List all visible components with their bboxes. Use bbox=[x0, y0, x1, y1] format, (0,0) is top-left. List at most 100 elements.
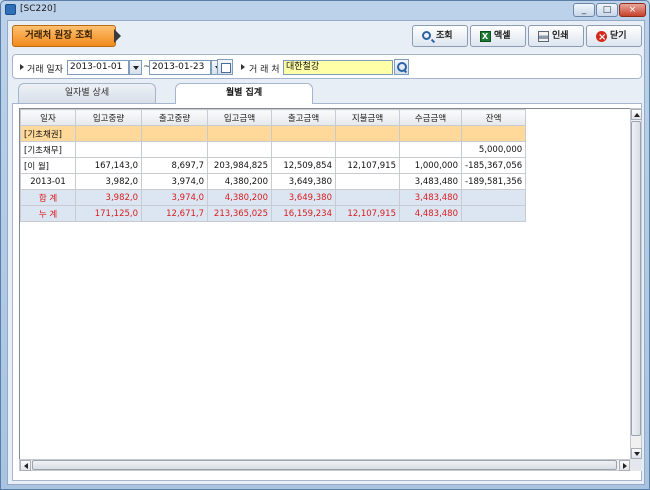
tab-daily-detail[interactable]: 일자별 상세 bbox=[18, 83, 156, 103]
table-cell: 3,974,0 bbox=[141, 189, 208, 206]
table-cell: 3,483,480 bbox=[399, 189, 462, 206]
total-row[interactable]: 합 계 3,982,0 3,974,0 4,380,200 3,649,380 … bbox=[20, 189, 527, 206]
col-header[interactable]: 일자 bbox=[20, 109, 76, 126]
table-cell bbox=[335, 141, 400, 158]
table-cell bbox=[75, 125, 142, 142]
table-cell: -189,581,356 bbox=[460, 173, 527, 190]
customer-search-icon[interactable] bbox=[394, 59, 409, 75]
col-header[interactable]: 입고중량 bbox=[75, 109, 142, 126]
close-icon bbox=[596, 28, 607, 48]
table-cell bbox=[207, 141, 272, 158]
tab-panel: 일자 입고중량 출고중량 입고금액 출고금액 지불금액 수금금액 잔액 [기초채 bbox=[12, 103, 642, 481]
maximize-button[interactable]: □ bbox=[596, 3, 618, 17]
horizontal-scroll-thumb[interactable] bbox=[32, 460, 617, 470]
table-cell: -185,367,056 bbox=[460, 157, 527, 174]
table-cell: 3,649,380 bbox=[271, 173, 336, 190]
table-cell bbox=[335, 173, 400, 190]
col-header[interactable]: 입고금액 bbox=[207, 109, 272, 126]
table-cell bbox=[399, 125, 462, 142]
ledger-grid[interactable]: 일자 입고중량 출고중량 입고금액 출고금액 지불금액 수금금액 잔액 [기초채 bbox=[19, 108, 631, 460]
table-row[interactable]: [기초채무] 5,000,000 bbox=[20, 141, 527, 158]
table-cell bbox=[335, 125, 400, 142]
col-header[interactable]: 지불금액 bbox=[335, 109, 400, 126]
search-button-label: 조회 bbox=[436, 31, 453, 41]
table-cell: 3,982,0 bbox=[75, 189, 142, 206]
table-cell: 8,697,7 bbox=[141, 157, 208, 174]
vertical-scrollbar[interactable] bbox=[630, 108, 642, 460]
table-cell: 12,509,854 bbox=[271, 157, 336, 174]
table-cell bbox=[141, 141, 208, 158]
col-header[interactable]: 잔액 bbox=[460, 109, 527, 126]
date-from-dropdown[interactable] bbox=[129, 60, 142, 75]
table-cell bbox=[460, 189, 527, 206]
table-cell: 2013-01 bbox=[20, 173, 76, 190]
print-button-label: 인쇄 bbox=[552, 31, 569, 41]
table-cell: 3,649,380 bbox=[271, 189, 336, 206]
calendar-icon[interactable] bbox=[217, 59, 233, 75]
date-to-field[interactable]: 2013-01-23 bbox=[149, 60, 211, 75]
scroll-left-icon[interactable] bbox=[20, 460, 31, 471]
cumulative-row[interactable]: 누 계 171,125,0 12,671,7 213,365,025 16,15… bbox=[20, 205, 527, 222]
close-button-label: 닫기 bbox=[610, 31, 627, 41]
excel-button[interactable]: 액셀 bbox=[470, 25, 526, 47]
table-cell: [기초채권] bbox=[20, 125, 76, 142]
table-cell: 203,984,825 bbox=[207, 157, 272, 174]
date-from-field[interactable]: 2013-01-01 bbox=[67, 60, 129, 75]
window-close-button[interactable]: × bbox=[619, 3, 646, 17]
table-cell: [기초채무] bbox=[20, 141, 76, 158]
client-area: 거래처 원장 조회 조회 액셀 인쇄 닫기 거래 일자 2013-01-01 ~… bbox=[7, 20, 645, 485]
tab-monthly-summary[interactable]: 월별 집계 bbox=[175, 83, 313, 104]
title-bar: [SC220] _ □ × bbox=[1, 1, 649, 19]
table-cell: [이 월] bbox=[20, 157, 76, 174]
col-header[interactable]: 수금금액 bbox=[399, 109, 462, 126]
print-button[interactable]: 인쇄 bbox=[528, 25, 584, 47]
scroll-right-icon[interactable] bbox=[619, 460, 630, 471]
table-cell: 3,974,0 bbox=[141, 173, 208, 190]
table-row[interactable]: [이 월] 167,143,0 8,697,7 203,984,825 12,5… bbox=[20, 157, 527, 174]
table-cell: 171,125,0 bbox=[75, 205, 142, 222]
arrow-right-icon bbox=[20, 64, 24, 70]
search-button[interactable]: 조회 bbox=[412, 25, 468, 47]
horizontal-scrollbar[interactable] bbox=[19, 459, 631, 471]
table-cell: 합 계 bbox=[20, 189, 76, 206]
customer-field[interactable]: 대한철강 bbox=[283, 60, 393, 75]
app-icon bbox=[5, 4, 16, 15]
app-window: [SC220] _ □ × 거래처 원장 조회 조회 액셀 인쇄 닫기 거래 일… bbox=[0, 0, 650, 490]
table-cell: 누 계 bbox=[20, 205, 76, 222]
search-conditions: 거래 일자 2013-01-01 ~ 2013-01-23 거 래 처 대한철강 bbox=[12, 54, 642, 79]
table-cell bbox=[141, 125, 208, 142]
table-cell: 213,365,025 bbox=[207, 205, 272, 222]
customer-label: 거 래 처 bbox=[249, 65, 280, 75]
table-cell: 3,982,0 bbox=[75, 173, 142, 190]
table-cell bbox=[335, 189, 400, 206]
col-header[interactable]: 출고중량 bbox=[141, 109, 208, 126]
table-row[interactable]: 2013-01 3,982,0 3,974,0 4,380,200 3,649,… bbox=[20, 173, 527, 190]
table-cell: 4,380,200 bbox=[207, 189, 272, 206]
table-cell bbox=[460, 125, 527, 142]
ledger-table: 일자 입고중량 출고중량 입고금액 출고금액 지불금액 수금금액 잔액 [기초채 bbox=[20, 109, 527, 222]
table-cell: 3,483,480 bbox=[399, 173, 462, 190]
table-cell bbox=[399, 141, 462, 158]
table-cell: 4,380,200 bbox=[207, 173, 272, 190]
scrollbar-corner bbox=[630, 459, 642, 471]
table-cell: 12,107,915 bbox=[335, 205, 400, 222]
screen-title: 거래처 원장 조회 bbox=[12, 25, 116, 47]
table-cell: 4,483,480 bbox=[399, 205, 462, 222]
close-button[interactable]: 닫기 bbox=[586, 25, 642, 48]
table-cell: 1,000,000 bbox=[399, 157, 462, 174]
scroll-up-icon[interactable] bbox=[631, 109, 642, 120]
table-cell: 16,159,234 bbox=[271, 205, 336, 222]
table-cell bbox=[75, 141, 142, 158]
excel-icon bbox=[480, 27, 491, 47]
table-cell: 12,107,915 bbox=[335, 157, 400, 174]
table-cell bbox=[271, 125, 336, 142]
table-row[interactable]: [기초채권] bbox=[20, 125, 527, 142]
minimize-button[interactable]: _ bbox=[573, 3, 595, 17]
print-icon bbox=[538, 31, 549, 42]
window-title: [SC220] bbox=[20, 4, 57, 14]
excel-button-label: 액셀 bbox=[494, 31, 511, 41]
col-header[interactable]: 출고금액 bbox=[271, 109, 336, 126]
scroll-down-icon[interactable] bbox=[631, 448, 642, 459]
table-cell: 5,000,000 bbox=[460, 141, 527, 158]
vertical-scroll-thumb[interactable] bbox=[631, 121, 641, 436]
